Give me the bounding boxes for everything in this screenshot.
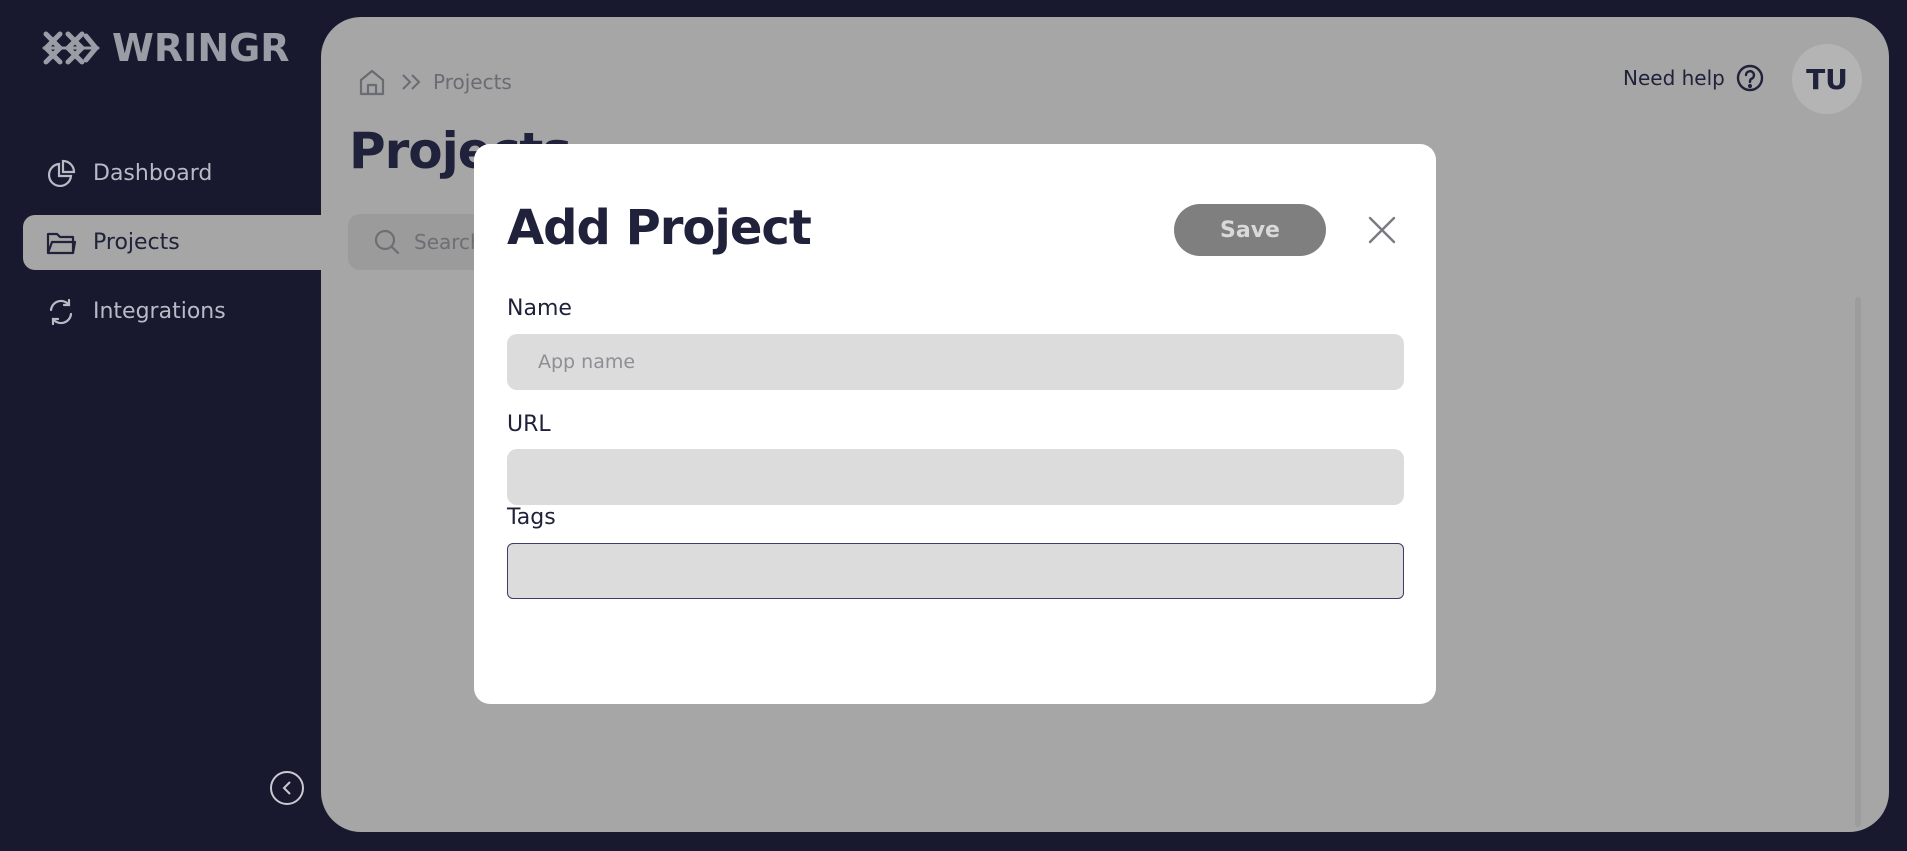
save-button[interactable]: Save xyxy=(1174,204,1326,256)
refresh-icon xyxy=(45,296,77,328)
name-field[interactable]: App name xyxy=(507,334,1404,390)
collapse-sidebar-button[interactable] xyxy=(270,771,304,805)
home-icon[interactable] xyxy=(357,67,387,97)
app-logo[interactable]: WRINGR xyxy=(42,26,290,70)
search-placeholder: Search xyxy=(414,230,483,254)
sidebar-item-dashboard[interactable]: Dashboard xyxy=(23,146,333,201)
name-placeholder: App name xyxy=(538,351,636,373)
sidebar-item-integrations[interactable]: Integrations xyxy=(23,284,333,339)
sidebar-item-label: Projects xyxy=(93,230,180,255)
url-label: URL xyxy=(507,412,551,437)
close-icon xyxy=(1368,216,1396,244)
breadcrumb-current[interactable]: Projects xyxy=(433,70,512,94)
need-help-link[interactable]: Need help xyxy=(1623,63,1765,93)
modal-title: Add Project xyxy=(507,200,812,256)
tags-label: Tags xyxy=(507,505,556,530)
scrollbar[interactable] xyxy=(1855,297,1861,827)
breadcrumb: Projects xyxy=(357,67,512,97)
need-help-label: Need help xyxy=(1623,66,1725,90)
sidebar-item-label: Dashboard xyxy=(93,161,213,186)
sidebar-item-projects[interactable]: Projects xyxy=(23,215,345,270)
wringr-logo-icon xyxy=(42,31,100,65)
pie-chart-icon xyxy=(45,158,77,190)
add-project-modal: Add Project Save Name App name URL Tags xyxy=(474,144,1436,704)
name-label: Name xyxy=(507,296,572,321)
search-icon xyxy=(374,229,400,255)
avatar[interactable]: TU xyxy=(1792,44,1862,114)
double-chevron-right-icon xyxy=(401,73,423,91)
close-button[interactable] xyxy=(1364,212,1400,248)
sidebar-item-label: Integrations xyxy=(93,299,226,324)
question-circle-icon xyxy=(1735,63,1765,93)
url-field[interactable] xyxy=(507,449,1404,505)
folder-icon xyxy=(45,227,77,259)
tags-field[interactable] xyxy=(507,543,1404,599)
chevron-left-circle-icon xyxy=(282,781,291,795)
app-name: WRINGR xyxy=(112,26,290,70)
